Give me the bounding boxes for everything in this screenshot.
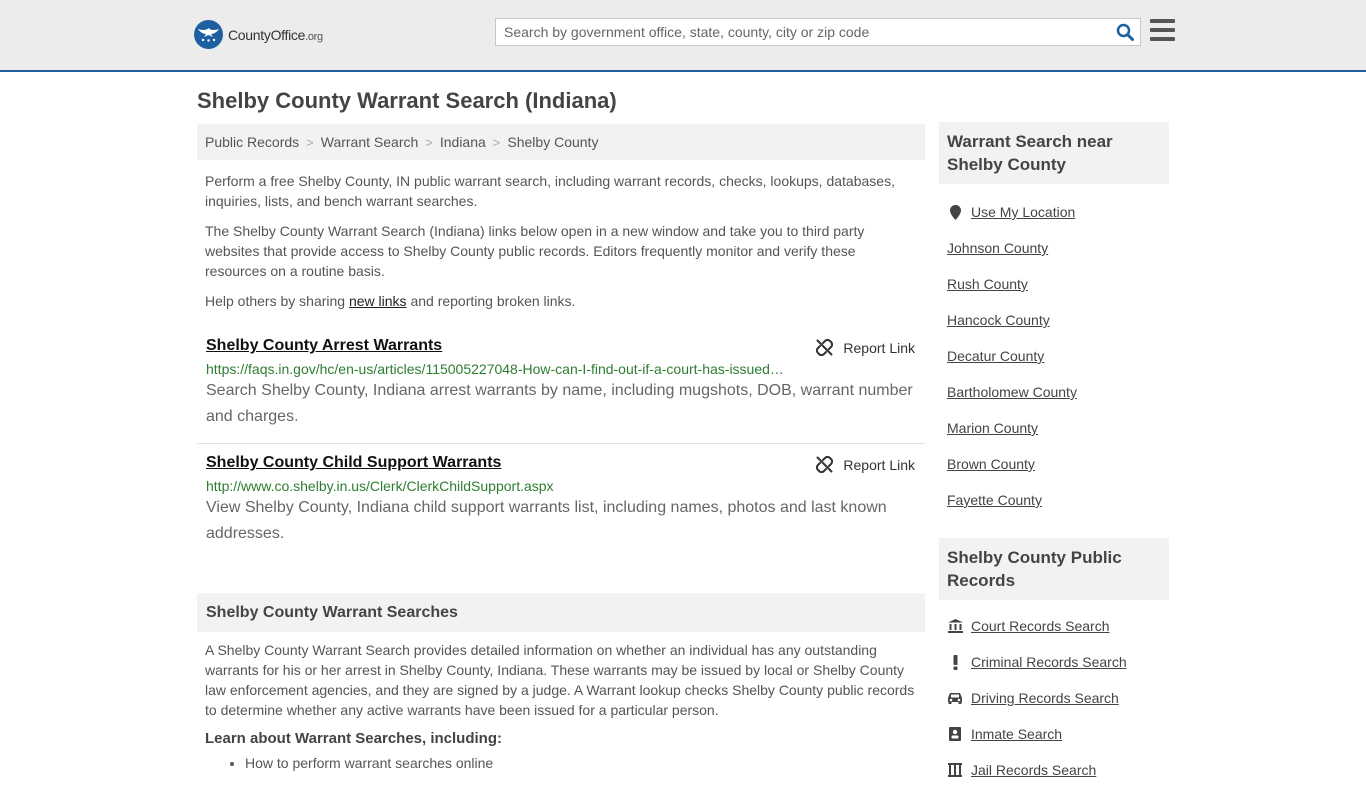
courthouse-icon [947, 619, 963, 633]
list-item: How to perform warrant searches online [245, 755, 925, 771]
hamburger-menu-icon[interactable] [1150, 19, 1175, 41]
list-item: Bartholomew County [947, 374, 1161, 410]
list-item: Use My Location [947, 194, 1161, 230]
list-item: Fayette County [947, 482, 1161, 518]
result-url: http://www.co.shelby.in.us/Clerk/ClerkCh… [206, 478, 554, 494]
new-links-link[interactable]: new links [349, 293, 407, 309]
driving-records-link[interactable]: Driving Records Search [971, 690, 1119, 706]
nearby-county-link[interactable]: Rush County [947, 276, 1028, 292]
intro-paragraph-1: Perform a free Shelby County, IN public … [205, 173, 895, 209]
list-item: Inmate Search [947, 716, 1161, 752]
result-item: Shelby County Child Support Warrants Rep… [197, 444, 925, 547]
criminal-records-link[interactable]: Criminal Records Search [971, 654, 1127, 670]
list-item: Decatur County [947, 338, 1161, 374]
nearby-county-link[interactable]: Brown County [947, 456, 1035, 472]
nearby-county-link[interactable]: Hancock County [947, 312, 1050, 328]
eagle-seal-icon [194, 20, 223, 49]
learn-heading: Learn about Warrant Searches, including: [205, 730, 502, 747]
breadcrumb-shelby-county[interactable]: Shelby County [507, 134, 598, 150]
main-content: Public Records > Warrant Search > Indian… [197, 124, 925, 771]
list-item: Criminal Records Search [947, 644, 1161, 680]
nearby-county-link[interactable]: Marion County [947, 420, 1038, 436]
nearby-list: Use My Location Johnson County Rush Coun… [939, 194, 1169, 518]
inmate-badge-icon [947, 727, 963, 741]
result-url: https://faqs.in.gov/hc/en-us/articles/11… [206, 361, 786, 377]
site-header: CountyOffice.org [0, 0, 1366, 72]
page-title: Shelby County Warrant Search (Indiana) [197, 88, 617, 113]
breadcrumb-public-records[interactable]: Public Records [205, 134, 299, 150]
list-item: Johnson County [947, 230, 1161, 266]
car-icon [947, 692, 963, 704]
nearby-county-link[interactable]: Johnson County [947, 240, 1048, 256]
sidebar: Warrant Search near Shelby County Use My… [939, 122, 1169, 788]
intro-paragraph-3: Help others by sharing new links and rep… [205, 293, 576, 309]
map-pin-icon [947, 204, 963, 220]
result-title-link[interactable]: Shelby County Arrest Warrants [206, 337, 442, 355]
breadcrumb-indiana[interactable]: Indiana [440, 134, 486, 150]
search-bar [495, 18, 1141, 46]
warrant-searches-body: A Shelby County Warrant Search provides … [197, 640, 925, 771]
list-item: Court Records Search [947, 608, 1161, 644]
nearby-county-link[interactable]: Decatur County [947, 348, 1044, 364]
nearby-heading: Warrant Search near Shelby County [939, 122, 1169, 184]
search-button[interactable] [1110, 19, 1140, 45]
result-description: View Shelby County, Indiana child suppor… [206, 499, 887, 542]
broken-link-icon [816, 339, 834, 356]
intro-text: Perform a free Shelby County, IN public … [197, 171, 925, 311]
jail-records-link[interactable]: Jail Records Search [971, 762, 1096, 778]
list-item: Rush County [947, 266, 1161, 302]
jail-icon [947, 763, 963, 777]
learn-list: How to perform warrant searches online [197, 755, 925, 771]
report-link-button[interactable]: Report Link [816, 456, 915, 473]
exclamation-icon [947, 654, 963, 670]
warrant-searches-heading: Shelby County Warrant Searches [197, 593, 925, 632]
inmate-search-link[interactable]: Inmate Search [971, 726, 1062, 742]
public-records-list: Court Records Search Criminal Records Se… [939, 608, 1169, 788]
court-records-link[interactable]: Court Records Search [971, 618, 1110, 634]
chevron-right-icon: > [492, 134, 501, 150]
search-icon [1116, 23, 1134, 41]
nearby-county-link[interactable]: Fayette County [947, 492, 1042, 508]
warrant-searches-paragraph: A Shelby County Warrant Search provides … [205, 642, 915, 718]
result-description: Search Shelby County, Indiana arrest war… [206, 382, 913, 425]
breadcrumb: Public Records > Warrant Search > Indian… [197, 124, 925, 160]
nearby-county-link[interactable]: Bartholomew County [947, 384, 1077, 400]
list-item: Marion County [947, 410, 1161, 446]
breadcrumb-warrant-search[interactable]: Warrant Search [321, 134, 419, 150]
list-item: Hancock County [947, 302, 1161, 338]
site-logo[interactable]: CountyOffice.org [194, 20, 323, 49]
chevron-right-icon: > [306, 134, 314, 150]
chevron-right-icon: > [425, 134, 433, 150]
search-input[interactable] [496, 19, 1110, 45]
result-title-link[interactable]: Shelby County Child Support Warrants [206, 454, 501, 472]
public-records-heading: Shelby County Public Records [939, 538, 1169, 600]
list-item: Driving Records Search [947, 680, 1161, 716]
logo-text: CountyOffice.org [228, 26, 323, 43]
report-link-button[interactable]: Report Link [816, 339, 915, 356]
use-my-location-link[interactable]: Use My Location [971, 204, 1075, 220]
list-item: Jail Records Search [947, 752, 1161, 788]
intro-paragraph-2: The Shelby County Warrant Search (Indian… [205, 223, 865, 279]
list-item: Brown County [947, 446, 1161, 482]
broken-link-icon [816, 456, 834, 473]
result-item: Shelby County Arrest Warrants Report Lin… [197, 331, 925, 444]
